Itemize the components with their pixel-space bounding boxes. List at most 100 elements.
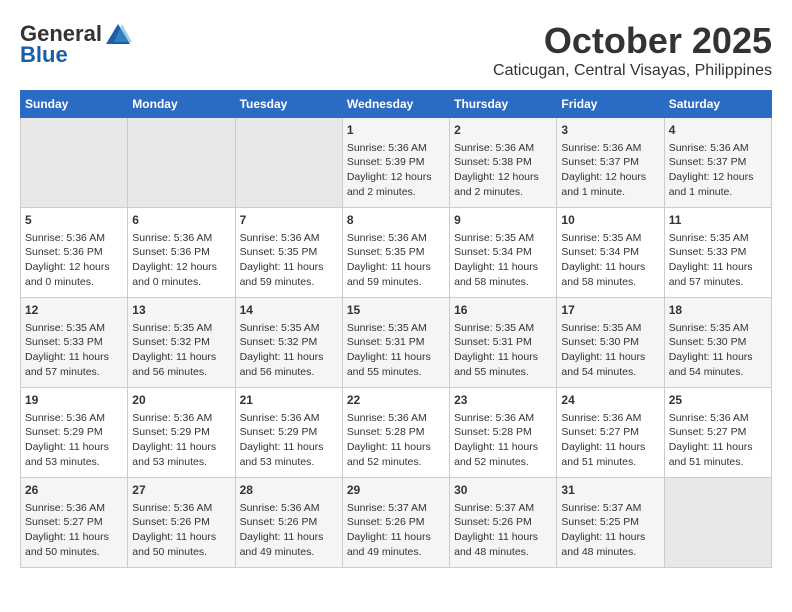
- day-info: and 58 minutes.: [561, 275, 659, 290]
- day-number: 22: [347, 392, 445, 409]
- day-info: and 49 minutes.: [347, 545, 445, 560]
- day-info: and 53 minutes.: [240, 455, 338, 470]
- day-info: Sunset: 5:27 PM: [25, 515, 123, 530]
- day-info: Daylight: 11 hours: [454, 440, 552, 455]
- calendar-cell: 28Sunrise: 5:36 AMSunset: 5:26 PMDayligh…: [235, 478, 342, 568]
- calendar-cell: 21Sunrise: 5:36 AMSunset: 5:29 PMDayligh…: [235, 388, 342, 478]
- day-info: Daylight: 12 hours: [347, 170, 445, 185]
- day-info: Sunrise: 5:36 AM: [25, 411, 123, 426]
- day-info: Daylight: 11 hours: [347, 530, 445, 545]
- day-info: Sunrise: 5:35 AM: [561, 231, 659, 246]
- day-info: Sunset: 5:26 PM: [454, 515, 552, 530]
- calendar-cell: 15Sunrise: 5:35 AMSunset: 5:31 PMDayligh…: [342, 298, 449, 388]
- day-number: 21: [240, 392, 338, 409]
- month-title: October 2025: [493, 20, 772, 62]
- day-number: 11: [669, 212, 767, 229]
- day-number: 23: [454, 392, 552, 409]
- calendar-cell: [664, 478, 771, 568]
- day-info: Daylight: 11 hours: [25, 530, 123, 545]
- day-info: Sunset: 5:36 PM: [132, 245, 230, 260]
- calendar-cell: 19Sunrise: 5:36 AMSunset: 5:29 PMDayligh…: [21, 388, 128, 478]
- day-info: and 53 minutes.: [25, 455, 123, 470]
- day-info: Sunset: 5:26 PM: [347, 515, 445, 530]
- calendar-cell: 20Sunrise: 5:36 AMSunset: 5:29 PMDayligh…: [128, 388, 235, 478]
- day-info: and 50 minutes.: [132, 545, 230, 560]
- day-info: Daylight: 11 hours: [454, 350, 552, 365]
- day-info: Sunset: 5:39 PM: [347, 155, 445, 170]
- day-info: Sunrise: 5:36 AM: [240, 231, 338, 246]
- day-info: and 52 minutes.: [454, 455, 552, 470]
- day-info: Sunrise: 5:36 AM: [25, 231, 123, 246]
- calendar-cell: 14Sunrise: 5:35 AMSunset: 5:32 PMDayligh…: [235, 298, 342, 388]
- day-info: Sunset: 5:28 PM: [454, 425, 552, 440]
- day-info: Daylight: 11 hours: [240, 260, 338, 275]
- day-number: 12: [25, 302, 123, 319]
- calendar-cell: 11Sunrise: 5:35 AMSunset: 5:33 PMDayligh…: [664, 208, 771, 298]
- day-number: 30: [454, 482, 552, 499]
- day-number: 28: [240, 482, 338, 499]
- day-info: Sunrise: 5:37 AM: [347, 501, 445, 516]
- day-info: Daylight: 12 hours: [561, 170, 659, 185]
- day-info: Daylight: 12 hours: [25, 260, 123, 275]
- day-info: Sunrise: 5:36 AM: [561, 411, 659, 426]
- day-number: 17: [561, 302, 659, 319]
- day-info: Sunset: 5:26 PM: [132, 515, 230, 530]
- day-info: Sunrise: 5:36 AM: [132, 411, 230, 426]
- day-number: 20: [132, 392, 230, 409]
- day-number: 16: [454, 302, 552, 319]
- day-info: and 48 minutes.: [454, 545, 552, 560]
- day-info: and 52 minutes.: [347, 455, 445, 470]
- day-info: Sunrise: 5:35 AM: [240, 321, 338, 336]
- day-number: 31: [561, 482, 659, 499]
- day-info: Sunrise: 5:35 AM: [669, 321, 767, 336]
- day-info: and 51 minutes.: [561, 455, 659, 470]
- day-info: Sunset: 5:27 PM: [669, 425, 767, 440]
- day-info: and 2 minutes.: [347, 185, 445, 200]
- day-info: Sunset: 5:29 PM: [132, 425, 230, 440]
- day-info: Sunset: 5:30 PM: [669, 335, 767, 350]
- day-info: Sunset: 5:37 PM: [561, 155, 659, 170]
- logo: General Blue: [20, 20, 132, 68]
- day-info: Sunrise: 5:35 AM: [347, 321, 445, 336]
- day-info: Sunrise: 5:35 AM: [561, 321, 659, 336]
- day-info: Daylight: 11 hours: [132, 530, 230, 545]
- calendar-cell: [128, 118, 235, 208]
- day-info: and 1 minute.: [669, 185, 767, 200]
- calendar-table: SundayMondayTuesdayWednesdayThursdayFrid…: [20, 90, 772, 568]
- day-info: Sunset: 5:34 PM: [454, 245, 552, 260]
- day-info: Daylight: 11 hours: [240, 440, 338, 455]
- day-info: and 53 minutes.: [132, 455, 230, 470]
- day-number: 24: [561, 392, 659, 409]
- day-info: and 57 minutes.: [25, 365, 123, 380]
- day-info: Sunset: 5:32 PM: [240, 335, 338, 350]
- day-number: 4: [669, 122, 767, 139]
- day-info: and 54 minutes.: [669, 365, 767, 380]
- day-info: Sunset: 5:35 PM: [240, 245, 338, 260]
- calendar-week-row: 5Sunrise: 5:36 AMSunset: 5:36 PMDaylight…: [21, 208, 772, 298]
- day-info: Sunrise: 5:35 AM: [669, 231, 767, 246]
- day-info: Sunset: 5:36 PM: [25, 245, 123, 260]
- day-info: Daylight: 11 hours: [132, 350, 230, 365]
- day-info: Sunset: 5:25 PM: [561, 515, 659, 530]
- day-info: and 0 minutes.: [25, 275, 123, 290]
- day-info: Daylight: 11 hours: [561, 440, 659, 455]
- calendar-cell: 3Sunrise: 5:36 AMSunset: 5:37 PMDaylight…: [557, 118, 664, 208]
- day-info: Sunrise: 5:36 AM: [669, 411, 767, 426]
- day-info: Daylight: 11 hours: [347, 260, 445, 275]
- day-number: 25: [669, 392, 767, 409]
- day-info: Daylight: 11 hours: [561, 260, 659, 275]
- calendar-header-row: SundayMondayTuesdayWednesdayThursdayFrid…: [21, 91, 772, 118]
- day-info: and 1 minute.: [561, 185, 659, 200]
- day-info: Sunrise: 5:35 AM: [454, 231, 552, 246]
- day-info: and 55 minutes.: [347, 365, 445, 380]
- logo-blue-text: Blue: [20, 42, 68, 68]
- calendar-cell: 24Sunrise: 5:36 AMSunset: 5:27 PMDayligh…: [557, 388, 664, 478]
- day-number: 29: [347, 482, 445, 499]
- day-number: 3: [561, 122, 659, 139]
- day-info: Sunset: 5:33 PM: [25, 335, 123, 350]
- day-number: 15: [347, 302, 445, 319]
- day-info: and 59 minutes.: [240, 275, 338, 290]
- calendar-day-header: Saturday: [664, 91, 771, 118]
- day-info: Daylight: 11 hours: [25, 440, 123, 455]
- day-info: and 48 minutes.: [561, 545, 659, 560]
